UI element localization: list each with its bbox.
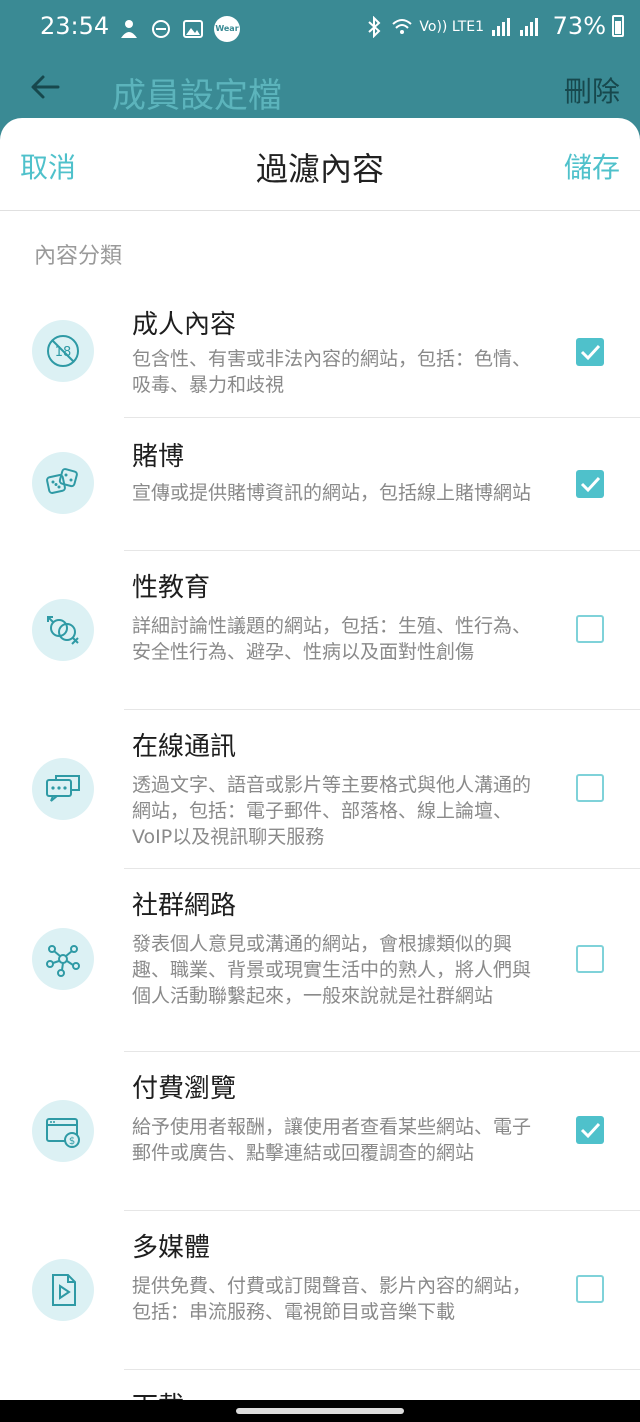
filter-content-sheet: 取消 過濾內容 儲存 內容分類 18 成人內容 包含性、有害或非法內容的網站，包… bbox=[0, 118, 640, 1400]
category-desc: 提供免費、付費或訂閱聲音、影片內容的網站，包括：串流服務、電視節目或音樂下載 bbox=[132, 1275, 532, 1323]
category-checkbox[interactable] bbox=[576, 615, 604, 643]
battery-percent: 73% bbox=[552, 12, 606, 40]
section-label: 內容分類 bbox=[34, 244, 123, 269]
status-bar: 23:54 Wear Vo)) LTE1 73% bbox=[0, 0, 640, 54]
category-desc: 給予使用者報酬，讓使用者查看某些網站、電子郵件或廣告、點擊連結或回覆調查的網站 bbox=[132, 1116, 532, 1164]
icon-circle bbox=[32, 599, 94, 661]
category-name: 成人內容 bbox=[132, 310, 237, 340]
icon-circle: 18 bbox=[32, 320, 94, 382]
delete-button[interactable]: 刪除 bbox=[564, 70, 620, 110]
profile-title: 成員設定檔 bbox=[112, 76, 282, 116]
divider bbox=[124, 550, 640, 551]
divider bbox=[124, 1210, 640, 1211]
category-name: 性教育 bbox=[132, 573, 211, 603]
sheet-title: 過濾內容 bbox=[255, 150, 384, 188]
image-icon bbox=[183, 20, 203, 38]
network-type-label: Vo)) LTE1 bbox=[419, 19, 484, 35]
sheet-header: 取消 過濾內容 儲存 bbox=[0, 118, 640, 211]
save-button[interactable]: 儲存 bbox=[564, 146, 620, 186]
do-not-disturb-icon bbox=[152, 20, 170, 38]
signal-roaming-icon bbox=[520, 18, 538, 36]
gender-symbol-icon bbox=[47, 616, 79, 645]
category-checkbox[interactable] bbox=[576, 1275, 604, 1303]
category-name: 付費瀏覽 bbox=[132, 1074, 237, 1104]
divider bbox=[124, 868, 640, 869]
paid-browser-icon: $ bbox=[46, 1118, 80, 1148]
wifi-icon bbox=[392, 19, 413, 34]
category-desc: 包含性、有害或非法內容的網站，包括：色情、吸毒、暴力和歧視 bbox=[132, 348, 532, 396]
bluetooth-icon bbox=[368, 16, 381, 38]
back-arrow-icon[interactable] bbox=[28, 70, 62, 104]
category-name: 下載 bbox=[132, 1386, 184, 1400]
icon-circle bbox=[32, 452, 94, 514]
category-desc: 發表個人意見或溝通的網站，會根據類似的興趣、職業、背景或現實生活中的熟人，將人們… bbox=[132, 933, 532, 1007]
checkmark-icon bbox=[580, 476, 601, 493]
checkmark-icon bbox=[580, 344, 601, 361]
status-time: 23:54 bbox=[40, 12, 110, 40]
checkmark-icon bbox=[580, 1122, 601, 1139]
divider bbox=[124, 709, 640, 710]
profile-header: 成員設定檔 刪除 bbox=[0, 54, 640, 124]
category-checkbox[interactable] bbox=[576, 945, 604, 973]
home-gesture-handle[interactable] bbox=[236, 1408, 404, 1414]
chat-bubbles-icon bbox=[46, 775, 80, 802]
category-desc: 透過文字、語音或影片等主要格式與他人溝通的網站，包括：電子郵件、部落格、線上論壇… bbox=[132, 774, 532, 848]
social-network-icon bbox=[46, 945, 80, 977]
system-nav-bar bbox=[0, 1400, 640, 1422]
age-18-restricted-icon: 18 bbox=[47, 335, 79, 367]
category-desc: 宣傳或提供賭博資訊的網站，包括線上賭博網站 bbox=[132, 482, 532, 504]
divider bbox=[124, 1051, 640, 1052]
divider bbox=[124, 1369, 640, 1370]
category-checkbox[interactable] bbox=[576, 1116, 604, 1144]
dice-icon bbox=[46, 468, 78, 494]
category-checkbox[interactable] bbox=[576, 470, 604, 498]
icon-circle: $ bbox=[32, 1100, 94, 1162]
category-checkbox[interactable] bbox=[576, 338, 604, 366]
category-name: 社群網路 bbox=[132, 891, 237, 921]
category-name: 多媒體 bbox=[132, 1233, 211, 1263]
signal-icon bbox=[492, 18, 510, 36]
category-name: 賭博 bbox=[132, 442, 185, 472]
svg-text:18: 18 bbox=[55, 345, 72, 360]
wear-icon: Wear bbox=[214, 16, 240, 42]
category-name: 在線通訊 bbox=[132, 732, 237, 762]
battery-icon bbox=[612, 15, 624, 37]
person-icon bbox=[121, 20, 137, 38]
svg-text:$: $ bbox=[69, 1136, 75, 1147]
icon-circle bbox=[32, 928, 94, 990]
category-checkbox[interactable] bbox=[576, 774, 604, 802]
icon-circle bbox=[32, 1259, 94, 1321]
media-play-icon bbox=[52, 1274, 76, 1306]
category-desc: 詳細討論性議題的網站，包括：生殖、性行為、安全性行為、避孕、性病以及面對性創傷 bbox=[132, 615, 532, 663]
icon-circle bbox=[32, 758, 94, 820]
divider bbox=[124, 417, 640, 418]
